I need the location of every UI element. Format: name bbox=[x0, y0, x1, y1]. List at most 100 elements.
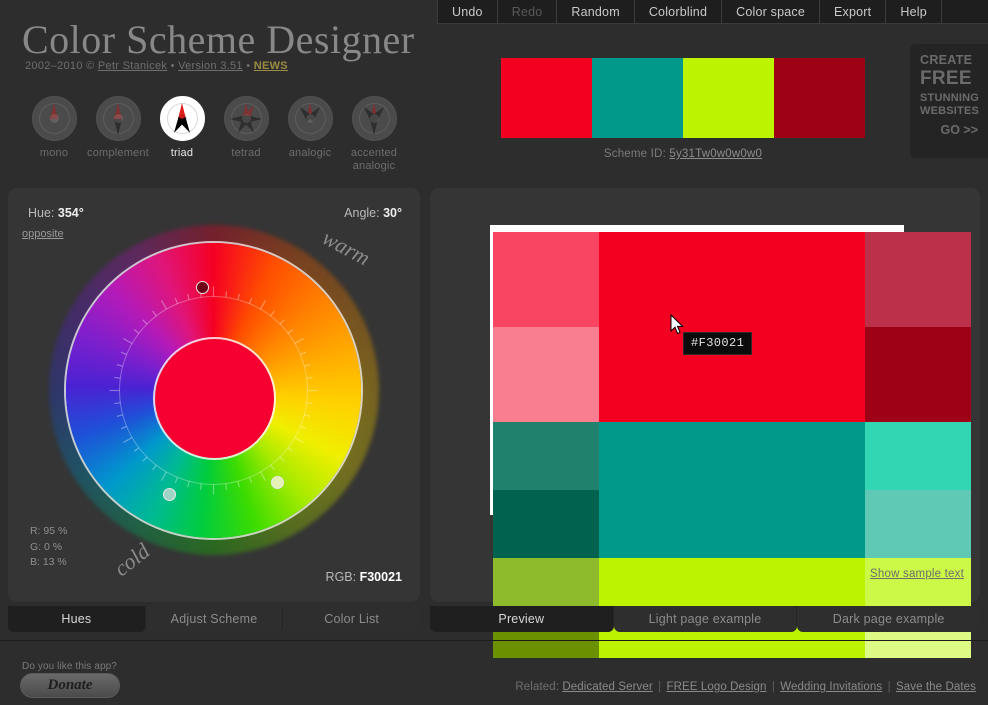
donate-button[interactable]: Donate bbox=[20, 673, 120, 698]
preview-cell-left-3[interactable] bbox=[493, 422, 599, 490]
tab-light-page-example[interactable]: Light page example bbox=[613, 606, 798, 632]
app-root: Undo Redo Random Colorblind Color space Expor… bbox=[0, 0, 988, 705]
primary-marker[interactable] bbox=[195, 280, 209, 294]
preview-color-grid bbox=[493, 232, 971, 658]
scheme-type-label: accented analogic bbox=[350, 147, 398, 172]
promo-line-4: WEBSITES bbox=[920, 104, 980, 117]
promo-go-link[interactable]: GO >> bbox=[920, 123, 980, 137]
nav-item-redo: Redo bbox=[498, 0, 558, 23]
wheel-center-swatch[interactable] bbox=[154, 338, 274, 458]
copyright-text: 2002–2010 © bbox=[25, 60, 95, 72]
promo-banner[interactable]: CREATE FREE STUNNING WEBSITES GO >> bbox=[910, 44, 988, 158]
tab-color-list[interactable]: Color List bbox=[283, 606, 421, 632]
rgb-label: RGB: bbox=[325, 570, 357, 584]
scheme-swatch-4[interactable] bbox=[774, 58, 865, 138]
preview-cell-left-4[interactable] bbox=[493, 490, 599, 558]
related-separator: | bbox=[768, 681, 779, 693]
scheme-type-label: complement bbox=[87, 147, 149, 159]
scheme-swatch-2[interactable] bbox=[592, 58, 683, 138]
rgb-value: F30021 bbox=[359, 570, 402, 584]
nav-item-color-space[interactable]: Color space bbox=[722, 0, 821, 23]
scheme-type-complement[interactable]: complement bbox=[86, 96, 150, 172]
scheme-dial-hub bbox=[241, 114, 251, 123]
author-link[interactable]: Petr Stanicek bbox=[98, 60, 167, 72]
preview-cell-left-1[interactable] bbox=[493, 232, 599, 327]
preview-cell-right-2[interactable] bbox=[865, 327, 971, 422]
separator-dot-1: • bbox=[170, 60, 175, 72]
top-navigation-bar: Undo Redo Random Colorblind Color space Expor… bbox=[437, 0, 988, 24]
preview-cell-center-1[interactable] bbox=[599, 232, 865, 422]
tertiary-marker[interactable] bbox=[270, 475, 284, 489]
related-separator: | bbox=[654, 681, 665, 693]
scheme-type-analogic[interactable]: analogic bbox=[278, 96, 342, 172]
tab-hues[interactable]: Hues bbox=[8, 606, 146, 632]
scheme-id-value[interactable]: 5y31Tw0w0w0w0 bbox=[669, 148, 762, 160]
related-link-2[interactable]: FREE Logo Design bbox=[666, 681, 766, 693]
scheme-type-accented-analogic[interactable]: accented analogic bbox=[342, 96, 406, 172]
preview-stage bbox=[460, 206, 971, 658]
promo-line-1: CREATE bbox=[920, 53, 973, 67]
scheme-dial-icon bbox=[351, 96, 397, 141]
tab-preview[interactable]: Preview bbox=[430, 606, 614, 632]
cold-label: cold bbox=[109, 538, 155, 582]
preview-cell-center-2[interactable] bbox=[599, 422, 865, 558]
scheme-dial-hub bbox=[369, 114, 379, 123]
related-label: Related: bbox=[515, 681, 563, 693]
right-panel-tabs: Preview Light page example Dark page examp… bbox=[430, 606, 981, 632]
scheme-dial-hub bbox=[49, 114, 59, 123]
promo-line-3: STUNNING bbox=[920, 92, 980, 105]
related-link-3[interactable]: Wedding Invitations bbox=[780, 681, 882, 693]
scheme-swatch-3[interactable] bbox=[683, 58, 774, 138]
nav-item-colorblind[interactable]: Colorblind bbox=[635, 0, 723, 23]
preview-cell-left-2[interactable] bbox=[493, 327, 599, 422]
g-percent: G: 0 % bbox=[30, 540, 63, 553]
nav-item-undo[interactable]: Undo bbox=[437, 0, 498, 23]
scheme-dial-icon bbox=[159, 96, 205, 141]
scheme-type-triad[interactable]: triad bbox=[150, 96, 214, 172]
scheme-dial-hub bbox=[113, 114, 123, 123]
nav-item-export[interactable]: Export bbox=[820, 0, 887, 23]
related-links: Related: Dedicated Server | FREE Logo De… bbox=[515, 681, 976, 693]
preview-cell-right-4[interactable] bbox=[865, 490, 971, 558]
rgb-percent-readout: R: 95 % G: 0 % B: 13 % bbox=[30, 524, 67, 570]
scheme-dial-hub bbox=[177, 114, 187, 123]
footer-divider bbox=[0, 640, 988, 641]
scheme-swatch-strip bbox=[501, 58, 865, 138]
news-link[interactable]: NEWS bbox=[254, 60, 288, 72]
preview-cell-right-1[interactable] bbox=[865, 232, 971, 327]
nav-item-random[interactable]: Random bbox=[557, 0, 635, 23]
hue-wheel-panel: Hue: 354° Angle: 30° opposite warm cold bbox=[8, 188, 420, 602]
mouse-cursor bbox=[670, 314, 684, 335]
related-link-1[interactable]: Dedicated Server bbox=[562, 681, 652, 693]
r-percent: R: 95 % bbox=[30, 525, 68, 538]
secondary-marker[interactable] bbox=[162, 487, 176, 501]
color-tooltip: #F30021 bbox=[683, 332, 753, 355]
page-title: Color Scheme Designer bbox=[22, 17, 415, 62]
scheme-type-selector: mono complement triad tetrad analogic accente… bbox=[22, 96, 406, 172]
tab-dark-page-example[interactable]: Dark page example bbox=[797, 606, 981, 632]
color-wheel[interactable]: warm cold bbox=[19, 203, 409, 593]
scheme-id: Scheme ID: 5y31Tw0w0w0w0 bbox=[501, 148, 865, 160]
preview-cell-left-5[interactable] bbox=[493, 558, 599, 608]
preview-panel: Show sample text bbox=[430, 188, 980, 658]
related-link-4[interactable]: Save the Dates bbox=[896, 681, 976, 693]
preview-cell-right-3[interactable] bbox=[865, 422, 971, 490]
scheme-swatch-1[interactable] bbox=[501, 58, 592, 138]
nav-item-help[interactable]: Help bbox=[886, 0, 942, 23]
scheme-dial-icon bbox=[31, 96, 77, 141]
scheme-type-label: mono bbox=[39, 147, 69, 159]
scheme-type-tetrad[interactable]: tetrad bbox=[214, 96, 278, 172]
scheme-type-label: triad bbox=[170, 147, 194, 159]
tab-adjust-scheme[interactable]: Adjust Scheme bbox=[145, 606, 284, 632]
preview-cell-right-5[interactable] bbox=[865, 558, 971, 608]
rgb-hex-readout: RGB: F30021 bbox=[326, 570, 402, 584]
version-link[interactable]: Version 3.51 bbox=[178, 60, 243, 72]
show-sample-text-link[interactable]: Show sample text bbox=[870, 568, 964, 580]
scheme-dial-icon bbox=[223, 96, 269, 141]
b-percent: B: 13 % bbox=[30, 555, 67, 568]
scheme-id-label: Scheme ID: bbox=[603, 148, 666, 160]
left-panel-tabs: Hues Adjust Scheme Color List bbox=[8, 606, 421, 632]
scheme-type-mono[interactable]: mono bbox=[22, 96, 86, 172]
scheme-dial-icon bbox=[95, 96, 141, 141]
scheme-type-label: analogic bbox=[288, 147, 332, 159]
